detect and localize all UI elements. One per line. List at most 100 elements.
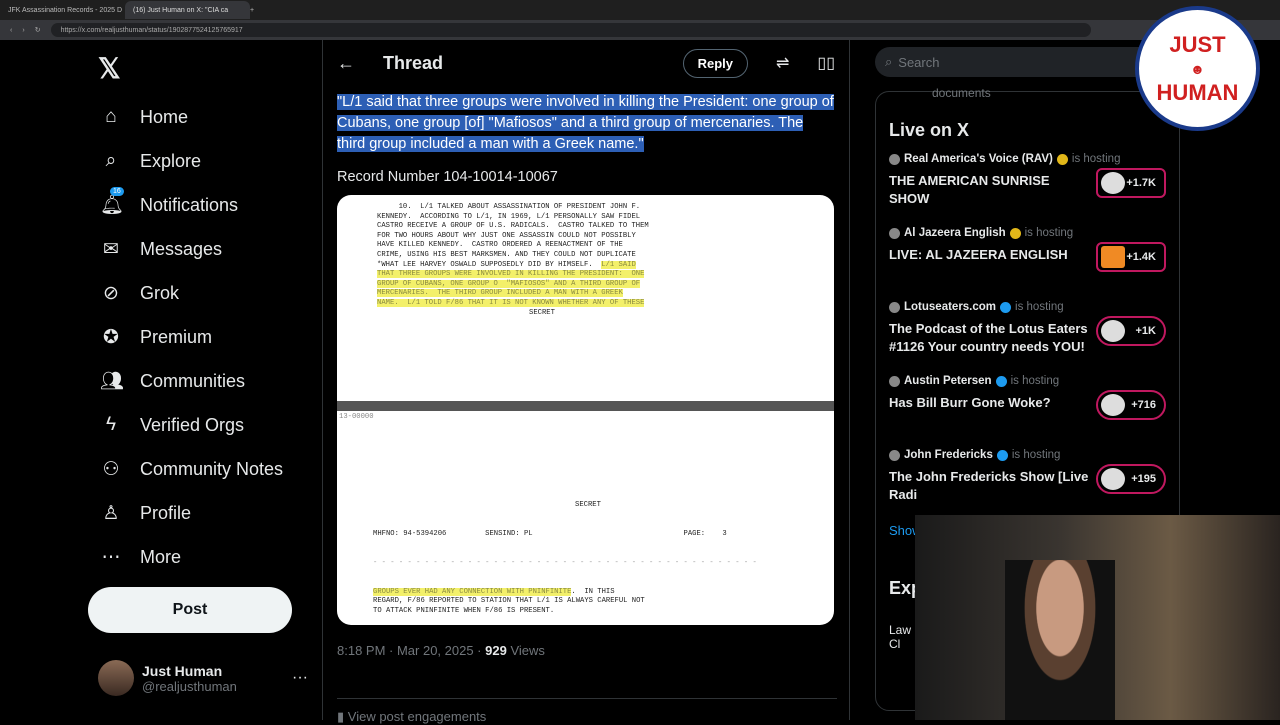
x-logo-icon[interactable]: 𝕏	[98, 52, 322, 85]
sidebar-item-notifications[interactable]: 🔔︎ 16 Notifications	[88, 183, 322, 227]
sidebar-item-profile[interactable]: ♙ Profile	[88, 491, 322, 535]
space-title: LIVE: AL JAZEERA ENGLISH	[889, 247, 1068, 262]
sidebar-item-verified-orgs[interactable]: ϟ Verified Orgs	[88, 403, 322, 447]
live-space-item[interactable]: Al Jazeera English is hosting LIVE: AL JAZ…	[889, 227, 1166, 281]
doc-line: FOR TWO HOURS ABOUT WHY JUST ONE ASSASSI…	[377, 231, 636, 240]
space-avatar	[1101, 172, 1125, 194]
secret-label: SECRET	[575, 501, 601, 510]
streamer-video	[1005, 560, 1115, 720]
post-button[interactable]: Post	[88, 587, 292, 633]
communities-icon: 👥︎	[100, 371, 125, 392]
host-avatar	[889, 227, 900, 239]
notes-icon: ⚇	[102, 458, 120, 480]
back-icon[interactable]: ‹	[10, 27, 12, 34]
sidebar-item-home[interactable]: ⌂ Home	[88, 95, 322, 139]
doc-line: . IN THIS	[571, 587, 615, 596]
live-space-item[interactable]: Lotuseaters.com is hosting The Podcast of …	[889, 301, 1166, 355]
user-handle: @realjusthuman	[142, 678, 237, 694]
sidebar-item-grok[interactable]: ⊘ Grok	[88, 271, 322, 315]
listener-count[interactable]: +1K	[1096, 316, 1166, 346]
space-title: Has Bill Burr Gone Woke?	[889, 395, 1051, 410]
space-title: The Podcast of the Lotus Eaters #1126 Yo…	[889, 321, 1088, 354]
tab-title: (16) Just Human on X: "CIA ca	[133, 6, 229, 14]
count-label: +1K	[1135, 325, 1157, 337]
host-avatar	[889, 153, 900, 165]
sidebar-item-label: Notifications	[140, 194, 239, 215]
doc-line: TO ATTACK PNINFINITE WHEN F/86 IS PRESEN…	[373, 606, 555, 615]
filter-icon[interactable]: ⇌	[776, 53, 789, 73]
sidebar-item-label: Profile	[140, 502, 192, 523]
host-name: Al Jazeera English	[904, 227, 1006, 239]
count-label: +1.4K	[1126, 251, 1156, 263]
highlighted-text: GROUP OF CUBANS, ONE GROUP O "MAFIOSOS" …	[377, 279, 641, 288]
sidebar-item-community-notes[interactable]: ⚇ Community Notes	[88, 447, 322, 491]
post-image[interactable]: 10. L/1 TALKED ABOUT ASSASSINATION OF PR…	[337, 195, 834, 625]
sidebar-item-messages[interactable]: ✉ Messages	[88, 227, 322, 271]
host-avatar	[889, 449, 900, 461]
host-avatar	[889, 375, 900, 387]
live-space-item[interactable]: Real America's Voice (RAV) is hosting THE …	[889, 153, 1166, 207]
sidebar-item-explore[interactable]: ⌕ Explore	[88, 139, 322, 183]
browser-tab-active[interactable]: (16) Just Human on X: "CIA ca	[125, 1, 250, 19]
sidebar-item-label: Explore	[140, 150, 202, 171]
listener-count[interactable]: +195	[1096, 464, 1166, 494]
browser-toolbar: ‹ › ↻ https://x.com/realjusthuman/status/1…	[0, 20, 1280, 40]
url-text: https://x.com/realjusthuman/status/19028…	[60, 26, 243, 34]
lightning-icon: ϟ	[105, 414, 117, 435]
listener-count[interactable]: +1.7K	[1096, 168, 1166, 198]
search-icon: ⌕	[885, 54, 893, 69]
reader-icon[interactable]: ▯▯	[817, 53, 835, 73]
thread-column: ← Thread Reply ⇌ ▯▯ "L/1 said that three…	[322, 40, 850, 724]
notification-badge: 16	[110, 187, 124, 196]
sidebar-item-premium[interactable]: ✪ Premium	[88, 315, 322, 359]
more-icon: ⋯	[101, 546, 121, 568]
back-arrow-icon[interactable]: ←	[337, 53, 355, 74]
more-icon[interactable]: ···	[292, 669, 308, 687]
document-page-2: SECRET MHFNO: 94-5394206 SENSIND: PL PAG…	[373, 482, 803, 625]
sidebar: 𝕏 ⌂ Home ⌕ Explore 🔔︎ 16 Notifications ✉ Message…	[88, 40, 322, 696]
reload-icon[interactable]: ↻	[35, 26, 41, 34]
forward-icon[interactable]: ›	[22, 27, 24, 34]
page-title: Thread	[383, 52, 444, 73]
secret-label: SECRET	[529, 308, 555, 317]
hosting-label: is hosting	[1011, 449, 1061, 461]
sidebar-item-more[interactable]: ⋯ More	[88, 535, 322, 579]
host-name: Real America's Voice (RAV)	[904, 153, 1053, 165]
premium-icon: ✪	[103, 326, 119, 348]
verified-badge-icon	[1000, 301, 1012, 313]
sidebar-item-label: Community Notes	[140, 458, 284, 479]
just-human-logo: JUST ☻ HUMAN	[1135, 6, 1260, 131]
new-tab-icon[interactable]: +	[250, 7, 254, 14]
live-space-item[interactable]: John Fredericks is hosting The John Freder…	[889, 449, 1166, 503]
highlighted-text: THAT THREE GROUPS WERE INVOLVED IN KILLI…	[377, 270, 645, 279]
person-icon: ♙	[102, 502, 120, 524]
doc-line: CRIME, USING HIS BEST MARKSMEN. AND THEY…	[377, 250, 636, 259]
verified-badge-icon	[1009, 227, 1021, 239]
browser-tabbar: JFK Assassination Records - 2025 D (16) …	[0, 0, 1280, 20]
bell-icon: 🔔︎ 16	[100, 187, 125, 216]
highlighted-text: L/1 SAID	[601, 260, 636, 269]
address-bar[interactable]: https://x.com/realjusthuman/status/19028…	[50, 23, 1091, 37]
doc-header: MHFNO: 94-5394206 SENSIND: PL PAGE: 3	[373, 529, 727, 538]
doc-line: KENNEDY. ACCORDING TO L/1, IN 1969, L/1 …	[377, 212, 641, 221]
space-avatar	[1101, 394, 1125, 416]
listener-count[interactable]: +716	[1096, 390, 1166, 420]
view-engagements-link[interactable]: ▮ View post engagements	[337, 698, 837, 725]
sidebar-item-communities[interactable]: 👥︎ Communities	[88, 359, 322, 403]
space-title: THE AMERICAN SUNRISE SHOW	[889, 173, 1050, 206]
sidebar-item-label: Verified Orgs	[140, 414, 245, 435]
live-space-item[interactable]: Austin Petersen is hosting Has Bill Burr G…	[889, 375, 1166, 429]
account-switcher[interactable]: Just Human @realjusthuman ···	[98, 660, 308, 696]
home-icon: ⌂	[105, 106, 117, 127]
partial-text: documents	[932, 86, 991, 100]
verified-badge-icon	[1056, 153, 1068, 165]
browser-tab[interactable]: JFK Assassination Records - 2025 D	[0, 1, 125, 19]
views-count: 929	[485, 643, 507, 658]
hosting-label: is hosting	[1010, 375, 1060, 387]
host-name: John Fredericks	[904, 449, 993, 461]
hosting-label: is hosting	[1015, 301, 1064, 313]
listener-count[interactable]: +1.4K	[1096, 242, 1166, 272]
reply-button[interactable]: Reply	[682, 48, 748, 78]
user-name: Just Human	[142, 662, 223, 679]
verified-badge-icon	[996, 449, 1008, 461]
